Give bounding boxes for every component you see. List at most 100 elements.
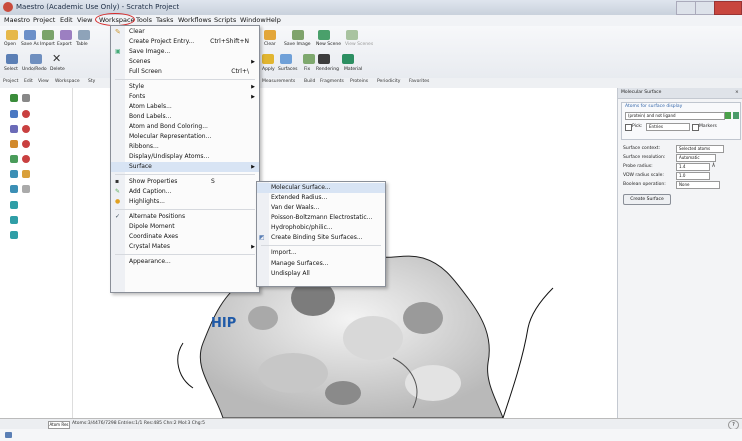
save-as-icon[interactable]: [24, 30, 36, 40]
measure-icon[interactable]: [10, 201, 18, 209]
display-icon[interactable]: [22, 170, 30, 178]
select-tool-icon[interactable]: [10, 94, 18, 102]
table-icon[interactable]: [78, 30, 90, 40]
atom-res-toggle[interactable]: Atom Res: [48, 421, 70, 429]
submenu-item-hydrophobic[interactable]: Hydrophobic/philic...: [257, 223, 385, 233]
submenu-item-poisson-boltzmann[interactable]: Poisson-Boltzmann Electrostatic...: [257, 213, 385, 223]
tab-proteins[interactable]: Proteins: [350, 79, 368, 84]
lasso-icon[interactable]: [22, 94, 30, 102]
minimize-button[interactable]: [676, 1, 696, 15]
menu-tasks[interactable]: Tasks: [156, 16, 173, 24]
maximize-button[interactable]: [695, 1, 715, 15]
close-button[interactable]: [714, 1, 742, 15]
reset-icon[interactable]: [22, 140, 30, 148]
asl-input[interactable]: (protein) and not ligand: [625, 112, 725, 120]
close-panel-icon[interactable]: ×: [735, 90, 739, 95]
menu-item-surface[interactable]: Surface ▶: [111, 162, 259, 172]
menu-item-add-caption[interactable]: ✎ Add Caption...: [111, 187, 259, 197]
markers-checkbox[interactable]: [692, 124, 699, 131]
menu-maestro[interactable]: Maestro: [4, 16, 30, 24]
apply-asl-icon[interactable]: [725, 112, 731, 119]
tab-fragments[interactable]: Fragments: [320, 79, 344, 84]
select-icon[interactable]: [6, 54, 18, 64]
fit-icon[interactable]: [10, 140, 18, 148]
menu-item-crystal-mates[interactable]: Crystal Mates ▶: [111, 242, 259, 252]
menu-item-appearance[interactable]: Appearance...: [111, 257, 259, 267]
translate-icon[interactable]: [10, 125, 18, 133]
menu-item-coordinate-axes[interactable]: Coordinate Axes: [111, 232, 259, 242]
menu-item-atom-bond-coloring[interactable]: Atom and Bond Coloring...: [111, 122, 259, 132]
menu-view[interactable]: View: [77, 16, 92, 24]
zoom-icon[interactable]: [22, 125, 30, 133]
vdw-scale-input[interactable]: 1.0: [676, 172, 710, 180]
menu-item-scenes[interactable]: Scenes ▶: [111, 57, 259, 67]
menu-help[interactable]: Help: [266, 16, 281, 24]
menu-item-show-properties[interactable]: ▪ Show Properties S: [111, 177, 259, 187]
submenu-item-undisplay-all[interactable]: Undisplay All: [257, 269, 385, 279]
surfaces-icon[interactable]: [280, 54, 292, 64]
material-icon[interactable]: [342, 54, 354, 64]
apply-icon[interactable]: [262, 54, 274, 64]
center-icon[interactable]: [22, 110, 30, 118]
tab-workspace[interactable]: Workspace: [55, 79, 80, 84]
menu-item-full-screen[interactable]: Full Screen Ctrl+\: [111, 67, 259, 77]
fix-icon[interactable]: [303, 54, 315, 64]
boolean-operation-select[interactable]: None: [676, 181, 720, 189]
view-scenes-icon[interactable]: [346, 30, 358, 40]
tab-measurements[interactable]: Measurements: [262, 79, 295, 84]
tab-periodicity[interactable]: Periodicity: [377, 79, 400, 84]
menu-workflows[interactable]: Workflows: [178, 16, 211, 24]
menu-item-molecular-representation[interactable]: Molecular Representation...: [111, 132, 259, 142]
undo-icon[interactable]: [30, 54, 42, 64]
menu-item-save-image[interactable]: ▣ Save Image...: [111, 47, 259, 57]
surface-context-select[interactable]: Selected atoms: [676, 145, 724, 153]
asl-helper-icon[interactable]: [733, 112, 739, 119]
create-surface-button[interactable]: Create Surface: [623, 194, 671, 205]
menu-item-dipole-moment[interactable]: Dipole Moment: [111, 222, 259, 232]
probe-radius-input[interactable]: 1.4: [676, 163, 710, 171]
delete-icon[interactable]: ✕: [52, 52, 61, 65]
menu-item-bond-labels[interactable]: Bond Labels...: [111, 112, 259, 122]
submenu-item-binding-site-surfaces[interactable]: ◩ Create Binding Site Surfaces...: [257, 233, 385, 243]
clip-icon[interactable]: [10, 216, 18, 224]
menu-item-clear[interactable]: ✎ Clear: [111, 27, 259, 37]
pick-checkbox[interactable]: [625, 124, 632, 131]
menu-project[interactable]: Project: [33, 16, 55, 24]
export-icon[interactable]: [60, 30, 72, 40]
tab-style[interactable]: Sty: [88, 79, 95, 84]
menu-tools[interactable]: Tools: [136, 16, 152, 24]
tab-edit[interactable]: Edit: [24, 79, 33, 84]
save-image-icon[interactable]: [292, 30, 304, 40]
surface-tool-icon[interactable]: [22, 185, 30, 193]
menu-window[interactable]: Window: [240, 16, 266, 24]
grid-icon[interactable]: [10, 231, 18, 239]
project-icon[interactable]: [5, 432, 12, 438]
submenu-item-extended-radius[interactable]: Extended Radius...: [257, 193, 385, 203]
submenu-item-import[interactable]: Import...: [257, 248, 385, 258]
menu-item-atom-labels[interactable]: Atom Labels...: [111, 102, 259, 112]
tab-favorites[interactable]: Favorites: [409, 79, 429, 84]
tab-view[interactable]: View: [38, 79, 49, 84]
ribbon-icon[interactable]: [10, 170, 18, 178]
color-icon[interactable]: [22, 155, 30, 163]
menu-item-display-undisplay-atoms[interactable]: Display/Undisplay Atoms...: [111, 152, 259, 162]
menu-item-ribbons[interactable]: Ribbons...: [111, 142, 259, 152]
new-scene-icon[interactable]: [318, 30, 330, 40]
menu-edit[interactable]: Edit: [60, 16, 73, 24]
tab-project[interactable]: Project: [3, 79, 18, 84]
menu-item-style[interactable]: Style ▶: [111, 82, 259, 92]
import-icon[interactable]: [42, 30, 54, 40]
surface-resolution-select[interactable]: Automatic: [676, 154, 716, 162]
open-icon[interactable]: [6, 30, 18, 40]
submenu-item-manage-surfaces[interactable]: Manage Surfaces...: [257, 259, 385, 269]
menu-item-alternate-positions[interactable]: ✓ Alternate Positions: [111, 212, 259, 222]
rotate-icon[interactable]: [10, 110, 18, 118]
submenu-item-molecular-surface[interactable]: Molecular Surface...: [257, 183, 385, 193]
clear-icon[interactable]: [264, 30, 276, 40]
tab-build[interactable]: Build: [304, 79, 315, 84]
hbond-icon[interactable]: [10, 185, 18, 193]
pick-select[interactable]: Entries: [646, 123, 690, 131]
menu-scripts[interactable]: Scripts: [214, 16, 236, 24]
menu-item-create-project-entry[interactable]: Create Project Entry... Ctrl+Shift+N: [111, 37, 259, 47]
label-icon[interactable]: [10, 155, 18, 163]
